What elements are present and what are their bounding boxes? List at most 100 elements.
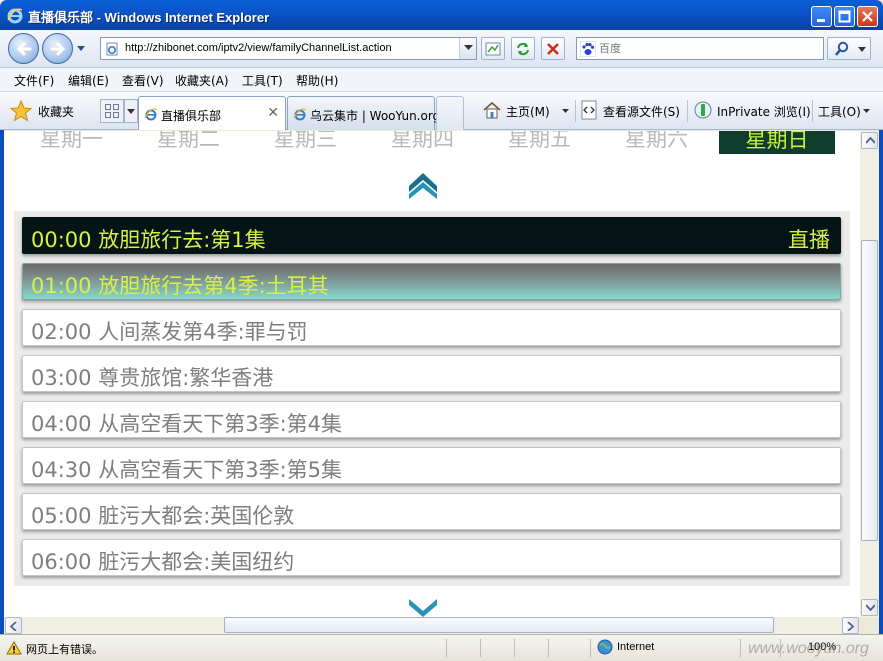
- tab-wooyun[interactable]: 乌云集市 | WooYun.org: [287, 96, 440, 130]
- tab-sunday[interactable]: 星期日: [719, 131, 835, 154]
- ie-page-icon: [144, 108, 158, 121]
- close-window-button[interactable]: [857, 6, 878, 27]
- tab-tuesday[interactable]: 星期二: [157, 131, 220, 153]
- tab-wednesday[interactable]: 星期三: [274, 131, 337, 153]
- chevron-down-icon: [866, 604, 875, 611]
- search-input[interactable]: [599, 40, 819, 57]
- horizontal-scrollbar[interactable]: [4, 617, 860, 634]
- status-divider: [446, 639, 447, 657]
- program-title: 04:00 从高空看天下第3季:第4集: [31, 412, 343, 436]
- security-zone: Internet: [617, 641, 655, 653]
- horizontal-scroll-thumb[interactable]: [224, 617, 774, 633]
- forward-button[interactable]: [42, 33, 73, 64]
- scroll-right-button[interactable]: [842, 617, 859, 634]
- status-message[interactable]: 网页上有错误。: [26, 641, 103, 657]
- tab-thursday[interactable]: 星期四: [391, 131, 454, 153]
- vertical-scrollbar[interactable]: [860, 131, 879, 617]
- toolbar-separator: [687, 100, 688, 122]
- stop-icon: [547, 43, 559, 55]
- tab-saturday[interactable]: 星期六: [625, 131, 688, 153]
- status-divider: [514, 639, 515, 657]
- tab-close-icon[interactable]: ✕: [267, 105, 279, 121]
- menu-favorites[interactable]: 收藏夹(A): [175, 72, 229, 89]
- home-label: 主页(M): [506, 105, 550, 119]
- chevron-down-icon: [858, 47, 866, 52]
- favorites-button[interactable]: 收藏夹: [38, 103, 74, 120]
- minimize-icon: [817, 19, 825, 22]
- title-bar: 直播俱乐部 - Windows Internet Explorer: [0, 0, 883, 30]
- ie-logo-icon: [7, 8, 23, 24]
- view-source-label: 查看源文件(S): [603, 105, 680, 119]
- back-button[interactable]: [8, 33, 39, 64]
- scroll-left-button[interactable]: [5, 617, 22, 634]
- chevron-up-icon: [866, 137, 875, 144]
- maximize-button[interactable]: [834, 6, 855, 27]
- address-dropdown-button[interactable]: [459, 38, 476, 59]
- tab-list-dropdown[interactable]: [124, 99, 138, 123]
- program-item-next[interactable]: 01:00 放胆旅行去第4季:土耳其: [22, 263, 841, 300]
- close-icon: [862, 11, 873, 22]
- view-source-button[interactable]: 查看源文件(S): [579, 100, 683, 122]
- chevron-down-icon: [863, 109, 870, 113]
- tools-button[interactable]: 工具(O): [818, 100, 876, 122]
- favorites-star-icon[interactable]: [10, 100, 32, 122]
- watermark: www.wooyun.org: [748, 640, 869, 657]
- search-button[interactable]: [827, 37, 871, 60]
- program-item[interactable]: 05:00 脏污大都会:英国伦敦: [22, 493, 841, 530]
- magnifier-icon: [834, 41, 849, 56]
- refresh-icon: [517, 42, 529, 56]
- history-dropdown-icon[interactable]: [76, 43, 86, 53]
- quick-tabs-button[interactable]: [100, 99, 124, 123]
- url-text[interactable]: http://zhibonet.com/iptv2/view/familyCha…: [125, 42, 392, 54]
- minimize-button[interactable]: [811, 6, 832, 27]
- refresh-button[interactable]: [511, 37, 535, 60]
- page-content: 星期一 星期二 星期三 星期四 星期五 星期六 星期日 00:00 放胆旅行去:…: [4, 131, 860, 617]
- navigation-bar: http://zhibonet.com/iptv2/view/familyCha…: [0, 30, 883, 68]
- new-tab-button[interactable]: [436, 96, 464, 130]
- program-title: 05:00 脏污大都会:英国伦敦: [31, 504, 295, 528]
- forward-arrow-icon: [50, 42, 66, 56]
- chevron-right-icon: [847, 622, 854, 631]
- address-bar[interactable]: http://zhibonet.com/iptv2/view/familyCha…: [100, 37, 477, 60]
- program-item[interactable]: 04:00 从高空看天下第3季:第4集: [22, 401, 841, 438]
- menu-edit[interactable]: 编辑(E): [68, 72, 109, 89]
- menu-help[interactable]: 帮助(H): [296, 72, 338, 89]
- toolbar-separator: [812, 100, 813, 122]
- tab-monday[interactable]: 星期一: [40, 131, 103, 153]
- scroll-down-button[interactable]: [861, 599, 878, 616]
- menu-file[interactable]: 文件(F): [14, 72, 54, 89]
- tab-zhibo-club[interactable]: 直播俱乐部 ✕: [138, 96, 286, 130]
- menu-view[interactable]: 查看(V): [122, 72, 164, 89]
- live-badge: 直播: [788, 228, 830, 252]
- scroll-up-button[interactable]: [861, 132, 878, 149]
- day-tabs: 星期一 星期二 星期三 星期四 星期五 星期六 星期日: [4, 131, 860, 155]
- warning-icon[interactable]: [6, 641, 22, 655]
- chevron-down-icon: [127, 109, 135, 114]
- scroll-up-arrow-icon[interactable]: [407, 170, 439, 200]
- home-button[interactable]: 主页(M): [482, 100, 574, 122]
- program-title: 01:00 放胆旅行去第4季:土耳其: [31, 274, 329, 298]
- scroll-down-arrow-icon[interactable]: [407, 597, 439, 617]
- inprivate-icon: [694, 101, 712, 119]
- vertical-scroll-thumb[interactable]: [861, 240, 878, 541]
- baidu-paw-icon: [580, 41, 596, 57]
- program-item[interactable]: 03:00 尊贵旅馆:繁华香港: [22, 355, 841, 392]
- tools-label: 工具(O): [818, 105, 861, 119]
- program-item[interactable]: 04:30 从高空看天下第3季:第5集: [22, 447, 841, 484]
- tab-friday[interactable]: 星期五: [508, 131, 571, 153]
- program-title: 03:00 尊贵旅馆:繁华香港: [31, 366, 274, 390]
- menu-tools[interactable]: 工具(T): [242, 72, 283, 89]
- compatibility-view-button[interactable]: [481, 37, 505, 60]
- program-item-live[interactable]: 00:00 放胆旅行去:第1集 直播: [22, 217, 841, 254]
- scrollbar-corner: [860, 617, 879, 634]
- program-title: 06:00 脏污大都会:美国纽约: [31, 550, 295, 574]
- inprivate-button[interactable]: InPrivate 浏览(I): [693, 100, 811, 122]
- stop-button[interactable]: [541, 37, 565, 60]
- program-item[interactable]: 06:00 脏污大都会:美国纽约: [22, 539, 841, 576]
- program-item[interactable]: 02:00 人间蒸发第4季:罪与罚: [22, 309, 841, 346]
- program-title: 02:00 人间蒸发第4季:罪与罚: [31, 320, 308, 344]
- view-source-icon: [581, 100, 597, 120]
- search-box[interactable]: [576, 37, 824, 60]
- menu-bar: 文件(F) 编辑(E) 查看(V) 收藏夹(A) 工具(T) 帮助(H): [0, 68, 883, 92]
- tab-label: 直播俱乐部: [161, 109, 222, 123]
